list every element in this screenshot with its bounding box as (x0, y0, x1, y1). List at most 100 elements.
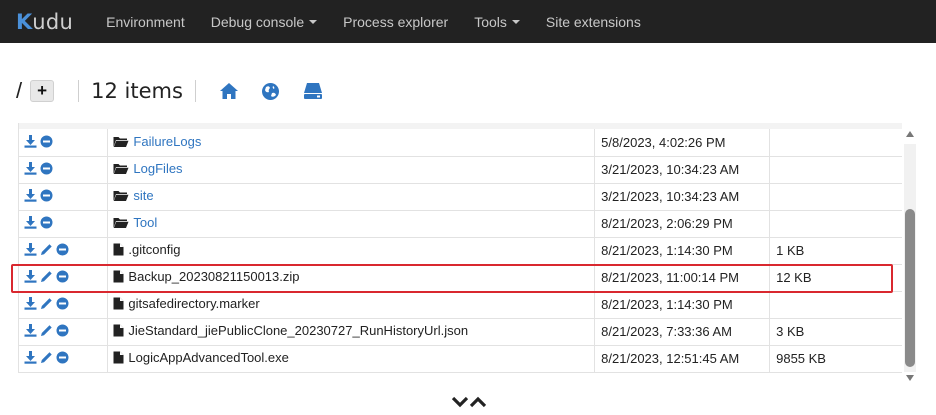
row-size: 1 KB (769, 237, 902, 265)
row-name[interactable]: gitsafedirectory.marker (128, 296, 259, 311)
edit-icon[interactable] (40, 351, 53, 367)
row-actions (19, 345, 109, 373)
nav-debug-console[interactable]: Debug console (198, 0, 330, 43)
row-size (769, 210, 902, 238)
row-actions (19, 210, 109, 238)
scroll-down-arrow[interactable] (904, 374, 916, 384)
row-actions (19, 237, 109, 265)
path-breadcrumb[interactable]: / (16, 78, 22, 104)
row-actions (19, 156, 109, 184)
brand-logo[interactable]: Kudu (16, 0, 73, 43)
file-icon (113, 297, 124, 313)
download-icon[interactable] (24, 188, 37, 205)
nav-environment[interactable]: Environment (93, 0, 198, 43)
home-icon[interactable] (219, 81, 239, 101)
row-modified: 8/21/2023, 2:06:29 PM (594, 210, 771, 238)
toolbar-divider (78, 80, 80, 102)
file-icon (113, 324, 124, 340)
delete-icon[interactable] (56, 324, 69, 340)
table-row[interactable]: site 3/21/2023, 10:34:23 AM (19, 183, 902, 211)
row-modified: 3/21/2023, 10:34:23 AM (594, 183, 771, 211)
row-name-cell[interactable]: Tool (107, 210, 596, 238)
row-name-cell[interactable]: LogicAppAdvancedTool.exe (107, 345, 596, 373)
row-actions (19, 318, 109, 346)
selected-row-highlight (11, 264, 893, 293)
folder-open-icon (113, 216, 129, 232)
download-icon[interactable] (24, 215, 37, 232)
table-row[interactable]: Tool 8/21/2023, 2:06:29 PM (19, 210, 902, 238)
download-icon[interactable] (24, 323, 37, 340)
nav-process-explorer[interactable]: Process explorer (330, 0, 461, 43)
row-name-cell[interactable]: LogFiles (107, 156, 596, 184)
file-icon (113, 351, 124, 367)
resize-control[interactable] (450, 394, 488, 410)
delete-icon[interactable] (40, 135, 53, 151)
row-name[interactable]: LogFiles (133, 161, 182, 176)
row-size (769, 291, 902, 319)
row-name[interactable]: .gitconfig (128, 242, 180, 257)
delete-icon[interactable] (56, 243, 69, 259)
row-name[interactable]: LogicAppAdvancedTool.exe (128, 350, 288, 365)
row-modified: 8/21/2023, 1:14:30 PM (594, 291, 771, 319)
download-icon[interactable] (24, 134, 37, 151)
edit-icon[interactable] (40, 243, 53, 259)
caret-down-icon (309, 19, 318, 24)
download-icon[interactable] (24, 350, 37, 367)
row-actions (19, 291, 109, 319)
file-table: FailureLogs 5/8/2023, 4:02:26 PM LogFiles 3… (18, 123, 902, 373)
download-icon[interactable] (24, 242, 37, 259)
row-size (769, 156, 902, 184)
table-row[interactable]: gitsafedirectory.marker 8/21/2023, 1:14:3… (19, 291, 902, 319)
table-row[interactable]: LogFiles 3/21/2023, 10:34:23 AM (19, 156, 902, 184)
folder-open-icon (113, 162, 129, 178)
edit-icon[interactable] (40, 297, 53, 313)
table-row[interactable]: JieStandard_jiePublicClone_20230727_RunH… (19, 318, 902, 346)
nav-site-extensions-label: Site extensions (545, 13, 641, 30)
brand-initial: K (16, 9, 33, 34)
row-name-cell[interactable]: site (107, 183, 596, 211)
folder-open-icon (113, 189, 129, 205)
scroll-up-arrow[interactable] (904, 130, 916, 140)
add-item-button[interactable]: + (30, 80, 55, 102)
nav-tools[interactable]: Tools (461, 0, 533, 43)
nav-process-explorer-label: Process explorer (343, 13, 449, 30)
delete-icon[interactable] (56, 351, 69, 367)
file-list: FailureLogs 5/8/2023, 4:02:26 PM LogFiles 3… (19, 129, 902, 373)
row-name-cell[interactable]: gitsafedirectory.marker (107, 291, 596, 319)
row-size (769, 129, 902, 157)
row-name[interactable]: JieStandard_jiePublicClone_20230727_RunH… (128, 323, 468, 338)
chevron-down-icon[interactable] (452, 396, 468, 408)
row-size: 9855 KB (769, 345, 902, 373)
row-name[interactable]: Tool (133, 215, 157, 230)
table-row[interactable]: FailureLogs 5/8/2023, 4:02:26 PM (19, 129, 902, 157)
row-name[interactable]: site (133, 188, 153, 203)
nav-environment-label: Environment (106, 13, 185, 30)
drive-icon[interactable] (303, 81, 323, 101)
globe-icon[interactable] (261, 81, 281, 101)
chevron-up-icon[interactable] (470, 396, 486, 408)
download-icon[interactable] (24, 296, 37, 313)
row-name-cell[interactable]: .gitconfig (107, 237, 596, 265)
delete-icon[interactable] (40, 216, 53, 232)
table-row[interactable]: LogicAppAdvancedTool.exe 8/21/2023, 12:51… (19, 345, 902, 373)
row-modified: 3/21/2023, 10:34:23 AM (594, 156, 771, 184)
nav-debug-console-label: Debug console (210, 13, 305, 30)
scrollbar-thumb[interactable] (905, 209, 915, 367)
delete-icon[interactable] (40, 189, 53, 205)
row-name[interactable]: FailureLogs (133, 134, 201, 149)
row-size: 3 KB (769, 318, 902, 346)
edit-icon[interactable] (40, 324, 53, 340)
table-row[interactable]: .gitconfig 8/21/2023, 1:14:30 PM 1 KB (19, 237, 902, 265)
top-navbar: Kudu Environment Debug console Process e… (0, 0, 936, 43)
row-modified: 8/21/2023, 7:33:36 AM (594, 318, 771, 346)
row-modified: 5/8/2023, 4:02:26 PM (594, 129, 771, 157)
delete-icon[interactable] (56, 297, 69, 313)
path-toolbar: / + 12 items (16, 76, 334, 106)
row-name-cell[interactable]: FailureLogs (107, 129, 596, 157)
delete-icon[interactable] (40, 162, 53, 178)
nav-site-extensions[interactable]: Site extensions (533, 0, 654, 43)
toolbar-divider (194, 80, 196, 102)
download-icon[interactable] (24, 161, 37, 178)
item-count: 12 items (91, 79, 183, 103)
row-name-cell[interactable]: JieStandard_jiePublicClone_20230727_RunH… (107, 318, 596, 346)
